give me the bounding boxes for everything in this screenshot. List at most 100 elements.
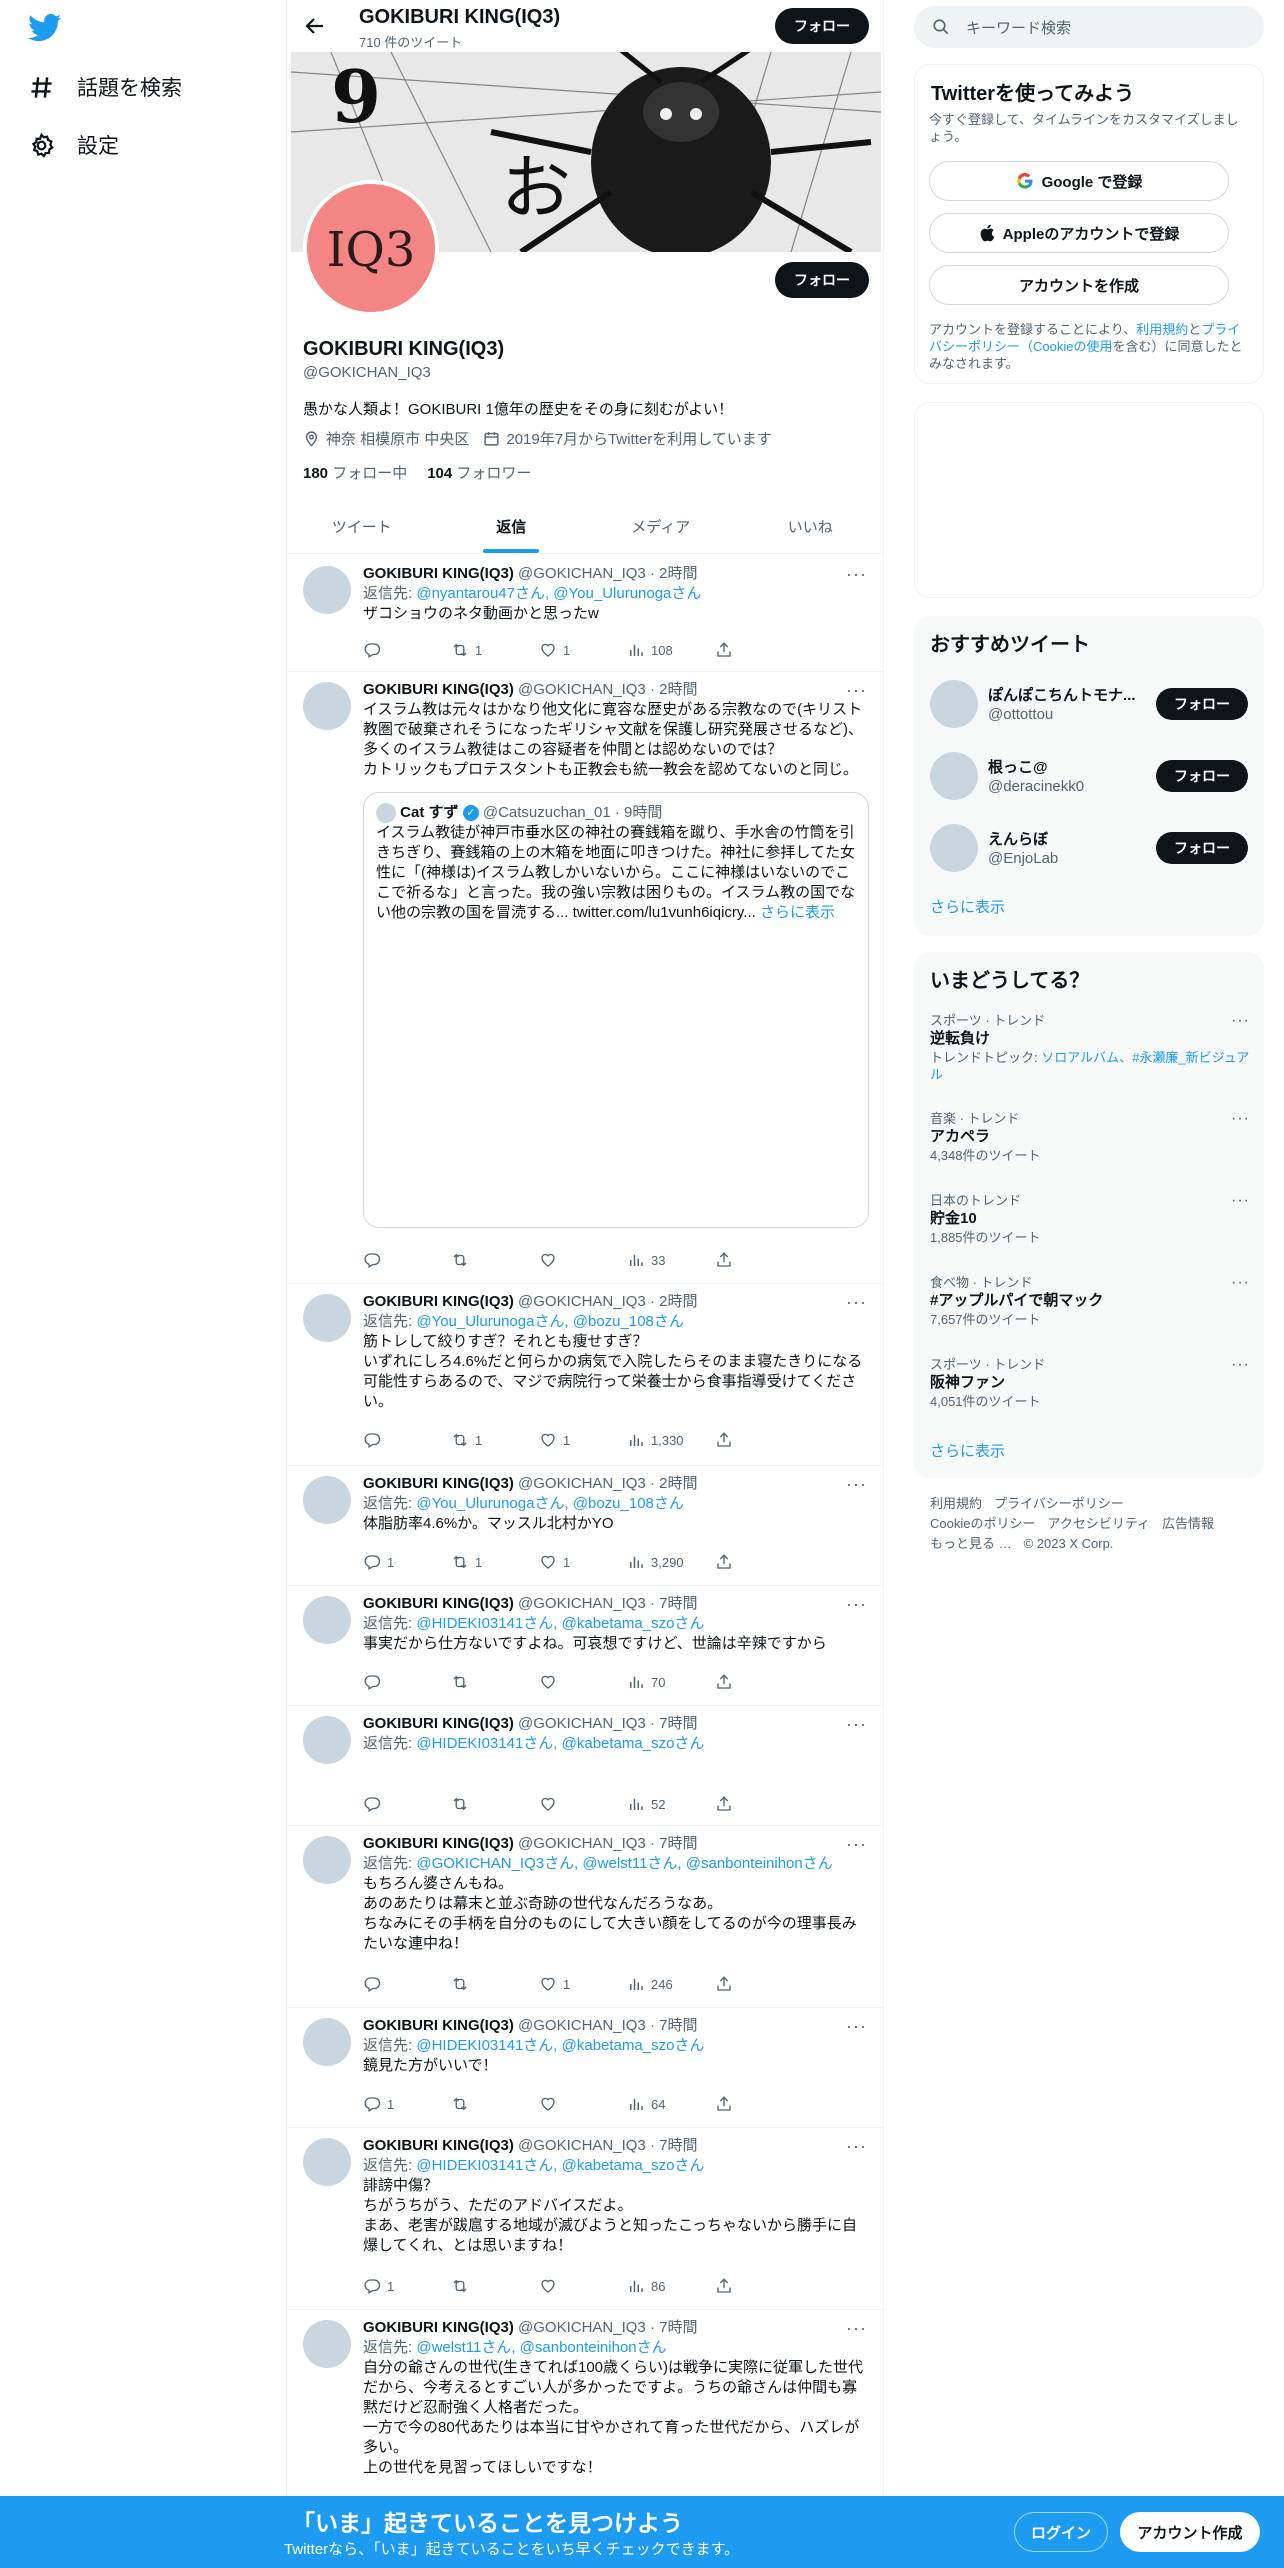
tweet-author-name[interactable]: GOKIBURI KING(IQ3)	[363, 1595, 514, 1612]
like-button[interactable]	[539, 2094, 627, 2114]
reply-button[interactable]	[363, 1250, 451, 1270]
like-button[interactable]: 1	[539, 640, 627, 660]
recommended-name[interactable]: ぽんぽこちんトモナ...	[988, 684, 1148, 705]
footer-link[interactable]: 利用規約	[930, 1494, 982, 1514]
trend-more-icon[interactable]: ···	[1231, 1356, 1250, 1373]
trend-item[interactable]: 日本のトレンド 貯金10 1,885件のツイート ···	[930, 1192, 1250, 1246]
recommended-name[interactable]: 根っこ@	[988, 756, 1148, 777]
share-button[interactable]	[715, 1250, 803, 1270]
search-box[interactable]: キーワード検索	[914, 6, 1264, 48]
trend-item[interactable]: スポーツ · トレンド 逆転負け トレンドトピック: ソロアルバム、#永瀬廉_新ビジ…	[930, 1012, 1250, 1083]
tweet-item[interactable]: ··· GOKIBURI KING(IQ3) @GOKICHAN_IQ3 · 7時…	[287, 1826, 883, 2008]
tweet-item[interactable]: ··· GOKIBURI KING(IQ3) @GOKICHAN_IQ3 · 7時…	[287, 2008, 883, 2128]
like-button[interactable]	[539, 1250, 627, 1270]
reply-mentions[interactable]: @HIDEKI03141さん, @kabetama_szoさん	[416, 1735, 704, 1752]
tweet-item[interactable]: ··· GOKIBURI KING(IQ3) @GOKICHAN_IQ3 · 2時…	[287, 556, 883, 672]
nav-settings[interactable]: 設定	[28, 130, 119, 160]
retweet-button[interactable]: 1	[451, 1552, 539, 1572]
share-button[interactable]	[715, 2276, 803, 2296]
tweet-author-name[interactable]: GOKIBURI KING(IQ3)	[363, 1293, 514, 1310]
reply-button[interactable]	[363, 1430, 451, 1450]
login-button[interactable]: ログイン	[1014, 2512, 1108, 2552]
tweet-author-name[interactable]: GOKIBURI KING(IQ3)	[363, 2319, 514, 2336]
recommended-follow-button[interactable]: フォロー	[1156, 688, 1248, 720]
tab-likes[interactable]: いいね	[736, 500, 884, 553]
retweet-button[interactable]: 1	[451, 1430, 539, 1450]
recommended-name[interactable]: えんらぼ	[988, 828, 1148, 849]
share-button[interactable]	[715, 1794, 803, 1814]
retweet-button[interactable]	[451, 1250, 539, 1270]
followers-link[interactable]: 104 フォロワー	[427, 462, 531, 483]
retweet-button[interactable]	[451, 1794, 539, 1814]
tab-tweets[interactable]: ツイート	[287, 500, 437, 553]
like-button[interactable]: 1	[539, 1430, 627, 1450]
tweet-avatar[interactable]	[303, 682, 351, 730]
views-button[interactable]: 1,330	[627, 1430, 715, 1450]
tab-replies[interactable]: 返信	[437, 500, 587, 553]
footer-link[interactable]: Cookieのポリシー	[930, 1514, 1035, 1534]
views-button[interactable]: 108	[627, 640, 715, 660]
views-button[interactable]: 246	[627, 1974, 715, 1994]
recommended-account[interactable]: ぽんぽこちんトモナ... @ottottou フォロー	[930, 674, 1250, 734]
tweet-author-name[interactable]: GOKIBURI KING(IQ3)	[363, 681, 514, 698]
trend-more-icon[interactable]: ···	[1231, 1012, 1250, 1029]
recommended-avatar[interactable]	[930, 752, 978, 800]
trend-more-icon[interactable]: ···	[1231, 1110, 1250, 1127]
footer-link[interactable]: アクセシビリティ	[1047, 1514, 1150, 1534]
views-button[interactable]: 70	[627, 1672, 715, 1692]
share-button[interactable]	[715, 1430, 803, 1450]
search-input[interactable]: キーワード検索	[966, 17, 1071, 38]
trends-show-more-link[interactable]: さらに表示	[930, 1440, 1005, 1461]
tweet-item[interactable]: ··· GOKIBURI KING(IQ3) @GOKICHAN_IQ3 · 7時…	[287, 1706, 883, 1826]
tweet-item[interactable]: ··· GOKIBURI KING(IQ3) @GOKICHAN_IQ3 · 7時…	[287, 2128, 883, 2310]
tweet-avatar[interactable]	[303, 1294, 351, 1342]
trend-more-icon[interactable]: ···	[1231, 1192, 1250, 1209]
reply-mentions[interactable]: @You_Ulurunogaさん, @bozu_108さん	[416, 1495, 684, 1512]
reply-mentions[interactable]: @welst11さん, @sanbonteinihonさん	[416, 2339, 666, 2356]
tweet-avatar[interactable]	[303, 1836, 351, 1884]
header-follow-button[interactable]: フォロー	[775, 8, 869, 44]
tweet-author-name[interactable]: GOKIBURI KING(IQ3)	[363, 1475, 514, 1492]
recommended-avatar[interactable]	[930, 680, 978, 728]
reply-button[interactable]: 1	[363, 2094, 451, 2114]
google-signup-button[interactable]: Google で登録	[929, 161, 1229, 201]
nav-explore[interactable]: 話題を検索	[28, 72, 182, 102]
tweet-author-name[interactable]: GOKIBURI KING(IQ3)	[363, 2137, 514, 2154]
footer-link[interactable]: プライバシーポリシー	[994, 1494, 1124, 1514]
like-button[interactable]	[539, 1672, 627, 1692]
share-button[interactable]	[715, 640, 803, 660]
reply-button[interactable]	[363, 1974, 451, 1994]
tweet-item[interactable]: ··· GOKIBURI KING(IQ3) @GOKICHAN_IQ3 · 2時…	[287, 1284, 883, 1466]
share-button[interactable]	[715, 1552, 803, 1572]
retweet-button[interactable]	[451, 1974, 539, 1994]
reply-button[interactable]: 1	[363, 1552, 451, 1572]
apple-signup-button[interactable]: Appleのアカウントで登録	[929, 213, 1229, 253]
tweet-avatar[interactable]	[303, 1476, 351, 1524]
like-button[interactable]: 1	[539, 1552, 627, 1572]
views-button[interactable]: 52	[627, 1794, 715, 1814]
recommended-avatar[interactable]	[930, 824, 978, 872]
quoted-tweet[interactable]: Cat すず ✓ @Catsuzuchan_01 · 9時間 イスラム教徒が神戸市…	[363, 792, 869, 1228]
reply-mentions[interactable]: @nyantarou47さん, @You_Ulurunogaさん	[416, 585, 701, 602]
share-button[interactable]	[715, 2094, 803, 2114]
retweet-button[interactable]	[451, 1672, 539, 1692]
like-button[interactable]	[539, 2276, 627, 2296]
rec-show-more-link[interactable]: さらに表示	[930, 896, 1005, 917]
trend-item[interactable]: スポーツ · トレンド 阪神ファン 4,051件のツイート ···	[930, 1356, 1250, 1410]
retweet-button[interactable]: 1	[451, 640, 539, 660]
tweet-item[interactable]: ··· GOKIBURI KING(IQ3) @GOKICHAN_IQ3 · 2時…	[287, 1466, 883, 1586]
create-account-button[interactable]: アカウントを作成	[929, 265, 1229, 305]
reply-mentions[interactable]: @HIDEKI03141さん, @kabetama_szoさん	[416, 2037, 704, 2054]
views-button[interactable]: 3,290	[627, 1552, 715, 1572]
like-button[interactable]: 1	[539, 1974, 627, 1994]
tweet-avatar[interactable]	[303, 566, 351, 614]
tweet-author-name[interactable]: GOKIBURI KING(IQ3)	[363, 1715, 514, 1732]
recommended-account[interactable]: えんらぼ @EnjoLab フォロー	[930, 818, 1250, 878]
tweet-author-name[interactable]: GOKIBURI KING(IQ3)	[363, 565, 514, 582]
tweet-author-name[interactable]: GOKIBURI KING(IQ3)	[363, 1835, 514, 1852]
footer-link[interactable]: もっと見る …	[930, 1534, 1012, 1554]
recommended-follow-button[interactable]: フォロー	[1156, 832, 1248, 864]
tweet-avatar[interactable]	[303, 1596, 351, 1644]
tweet-avatar[interactable]	[303, 2138, 351, 2186]
reply-button[interactable]	[363, 1672, 451, 1692]
